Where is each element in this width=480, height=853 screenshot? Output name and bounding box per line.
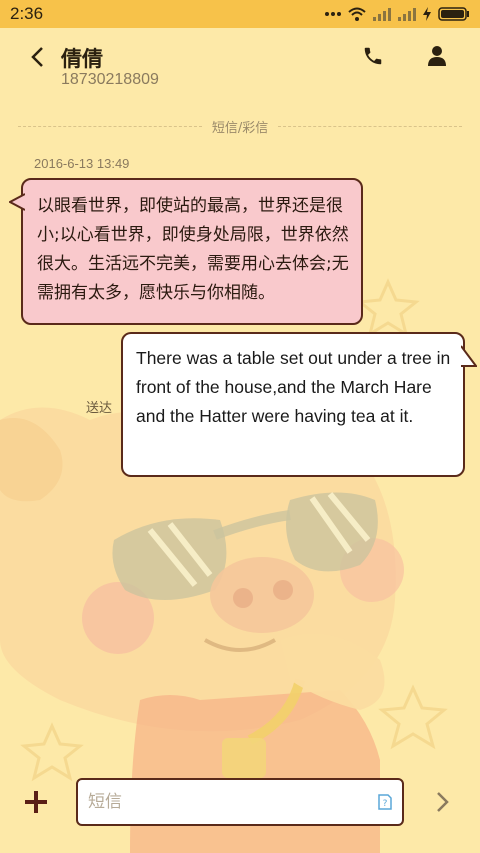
outgoing-message-bubble[interactable]: There was a table set out under a tree i… (121, 332, 477, 477)
back-button[interactable] (24, 42, 50, 72)
more-dots-icon (325, 12, 341, 16)
conversation-header: 倩倩 18730218809 (0, 28, 480, 106)
message-type-divider: 短信/彩信 (18, 118, 463, 136)
incoming-message-text: 以眼看世界，即使站的最高，世界还是很小;以心看世界，即使身处局限，世界依然很大。… (37, 196, 349, 303)
sim-card-icon[interactable]: ? (378, 794, 392, 810)
message-timestamp: 2016-6-13 13:49 (34, 156, 130, 171)
bubble-tail-left (9, 193, 25, 211)
outgoing-message-text: There was a table set out under a tree i… (136, 348, 451, 426)
plus-icon (25, 791, 47, 813)
bubble-tail-right (461, 345, 477, 367)
svg-text:?: ? (383, 799, 388, 809)
status-bar: 2:36 (0, 0, 480, 28)
battery-icon (438, 7, 469, 21)
contact-number: 18730218809 (61, 71, 159, 88)
compose-bar: ? (0, 770, 480, 834)
charging-icon (423, 7, 431, 21)
divider-line-right (278, 125, 463, 127)
phone-icon (364, 47, 382, 65)
status-icons (325, 7, 470, 21)
chevron-left-icon (31, 47, 43, 67)
status-time: 2:36 (10, 4, 44, 23)
delivery-status: 送达 (86, 401, 113, 416)
divider-label: 短信/彩信 (211, 120, 269, 136)
incoming-message-bubble[interactable]: 以眼看世界，即使站的最高，世界还是很小;以心看世界，即使身处局限，世界依然很大。… (9, 178, 363, 325)
person-icon (428, 46, 446, 66)
signal-icon-1 (373, 8, 391, 21)
divider-line-left (18, 125, 202, 127)
chevron-right-icon (437, 792, 449, 812)
add-attachment-button[interactable] (22, 788, 50, 816)
message-input[interactable] (88, 792, 378, 812)
contact-name: 倩倩 (61, 47, 103, 71)
signal-icon-2 (398, 8, 416, 21)
call-button[interactable] (360, 42, 386, 70)
contact-profile-button[interactable] (424, 42, 450, 70)
send-button[interactable] (430, 788, 456, 816)
wifi-icon (348, 7, 366, 21)
message-input-box[interactable]: ? (76, 778, 404, 826)
